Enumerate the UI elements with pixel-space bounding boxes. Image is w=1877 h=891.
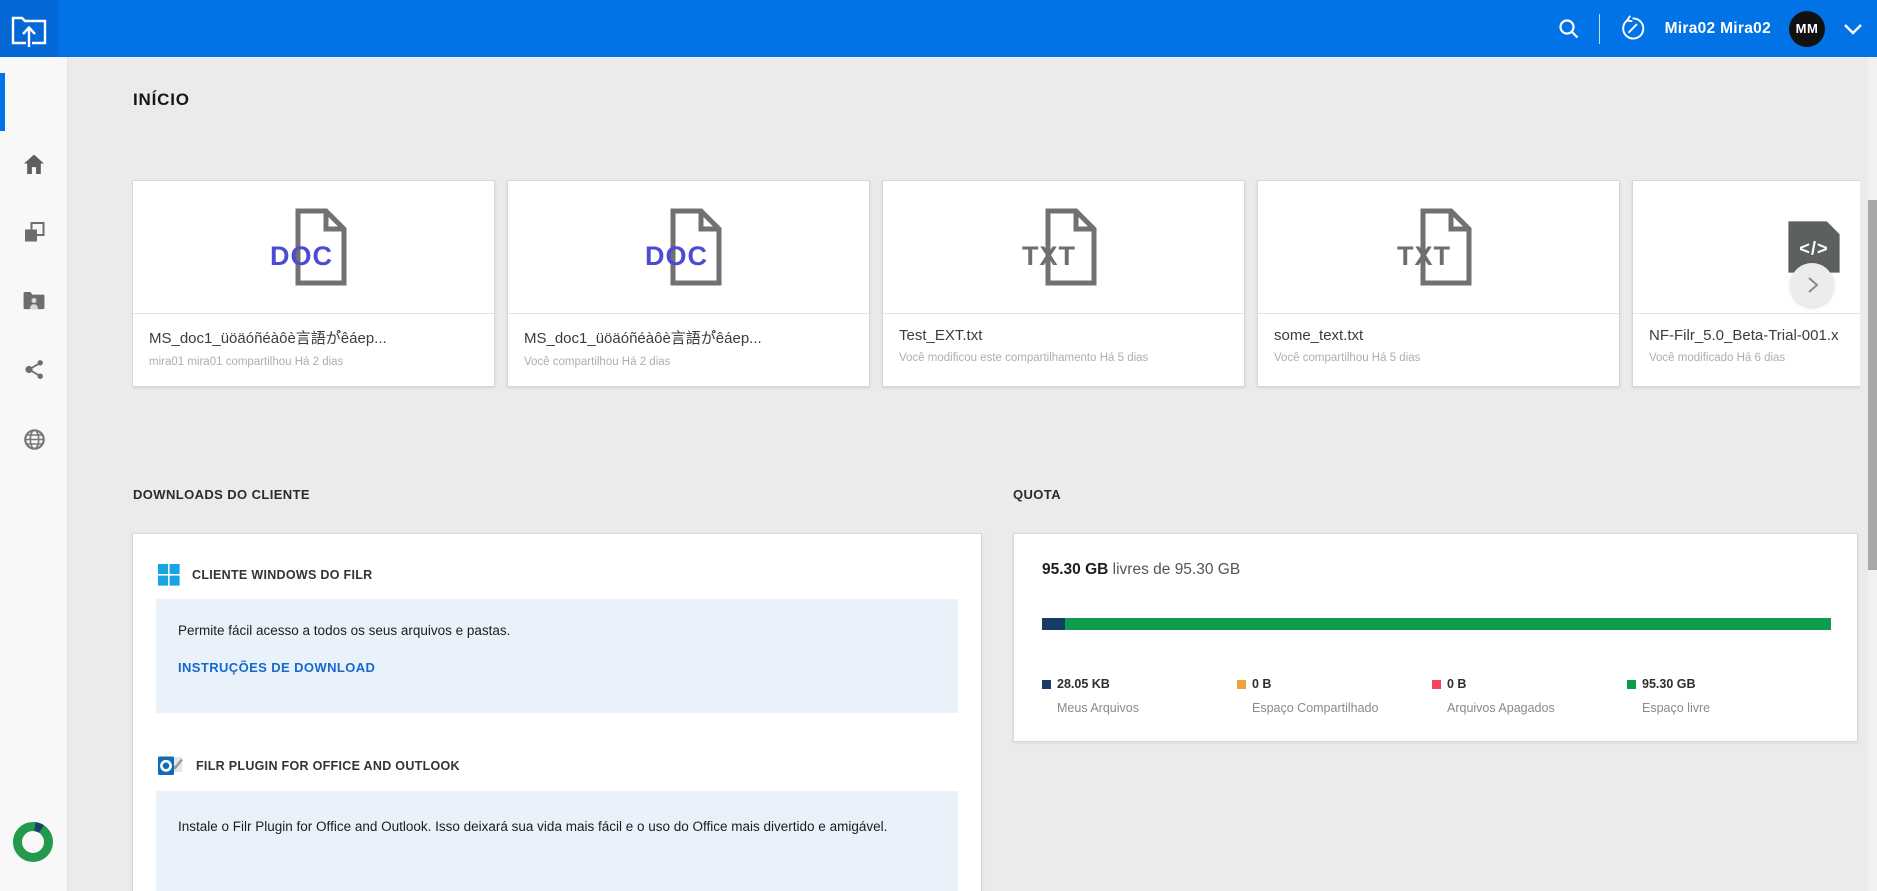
sidebar [0,57,68,891]
file-title: MS_doc1_üöäóñéàôè言語が゚êáep... [149,327,478,348]
svg-text:DOC: DOC [645,241,708,271]
file-card-meta: MS_doc1_üöäóñéàôè言語が゚êáep... mira01 mira… [133,313,494,387]
outlook-logo-icon [158,754,184,778]
quota-donut-indicator [11,820,55,864]
avatar[interactable]: MM [1789,11,1825,47]
legend-value: 0 B [1252,677,1271,691]
svg-text:TXT: TXT [1397,241,1451,271]
quota-used-segment [1042,618,1065,630]
scrollbar-thumb[interactable] [1868,200,1877,570]
chevron-down-icon[interactable] [1843,22,1863,36]
legend-swatch-red [1432,680,1441,689]
file-subtitle: Você compartilhou Há 5 dias [1274,352,1603,364]
scrollbar-track [1868,57,1877,891]
office-plugin-description: Instale o Filr Plugin for Office and Out… [178,807,936,847]
quota-heading: QUOTA [1013,487,1061,502]
share-icon [23,358,46,381]
file-card-meta: some_text.txt Você compartilhou Há 5 dia… [1258,313,1619,387]
txt-file-icon: TXT [1258,181,1619,313]
page-title: INÍCIO [133,90,190,110]
windows-client-title: CLIENTE WINDOWS DO FILR [192,568,373,582]
office-plugin-item: FILR PLUGIN FOR OFFICE AND OUTLOOK [158,754,460,778]
legend-value: 0 B [1447,677,1466,691]
top-bar-actions: Mira02 Mira02 MM [1557,0,1863,57]
txt-file-icon: TXT [883,181,1244,313]
globe-icon [23,428,46,451]
sidebar-item-compartilhado-por-mim[interactable] [0,340,68,398]
recent-files-carousel: DOC MS_doc1_üöäóñéàôè言語が゚êáep... mira01 … [132,180,1860,390]
filr-logo[interactable] [0,0,58,57]
download-instructions-link[interactable]: INSTRUÇÕES DE DOWNLOAD [178,660,375,675]
file-subtitle: mira01 mira01 compartilhou Há 2 dias [149,356,478,368]
windows-logo-icon [158,564,180,586]
legend-item-espaco-livre: 95.30 GB Espaço livre [1627,677,1822,715]
file-card[interactable]: TXT Test_EXT.txt Você modificou este com… [882,180,1245,387]
search-icon[interactable] [1557,17,1581,41]
legend-item-espaco-compartilhado: 0 B Espaço Compartilhado [1237,677,1432,715]
office-plugin-info-box: Instale o Filr Plugin for Office and Out… [156,791,958,891]
chevron-right-icon [1803,276,1821,294]
svg-text:DOC: DOC [270,241,333,271]
quota-panel: 95.30 GB livres de 95.30 GB 28.05 KB Meu… [1013,533,1858,742]
sidebar-item-inicio[interactable] [0,135,68,193]
doc-file-icon: DOC [133,181,494,313]
office-plugin-title: FILR PLUGIN FOR OFFICE AND OUTLOOK [196,759,460,773]
folder-upload-icon [9,9,49,49]
stacked-files-icon [22,221,46,244]
windows-client-info-box: Permite fácil acesso a todos os seus arq… [156,599,958,713]
file-subtitle: Você compartilhou Há 2 dias [524,356,853,368]
doc-file-icon: DOC [508,181,869,313]
user-name[interactable]: Mira02 Mira02 [1665,20,1771,38]
legend-label: Arquivos Apagados [1447,701,1627,715]
quota-progress-bar [1042,618,1831,630]
downloads-heading: DOWNLOADS DO CLIENTE [133,487,310,502]
legend-label: Meus Arquivos [1057,701,1237,715]
legend-item-arquivos-apagados: 0 B Arquivos Apagados [1432,677,1627,715]
quota-legend: 28.05 KB Meus Arquivos 0 B Espaço Compar… [1042,677,1822,715]
legend-label: Espaço livre [1642,701,1822,715]
top-bar-divider [1599,14,1600,44]
top-bar: Mira02 Mira02 MM [0,0,1877,57]
windows-client-description: Permite fácil acesso a todos os seus arq… [178,623,936,638]
file-card-meta: NF-Filr_5.0_Beta-Trial-001.x Você modifi… [1633,313,1860,387]
svg-text:</>: </> [1799,238,1828,258]
filr-home-page: Mira02 Mira02 MM [0,0,1877,891]
legend-swatch-orange [1237,680,1246,689]
folder-user-icon [22,290,46,310]
legend-value: 95.30 GB [1642,677,1696,691]
active-item-indicator [0,73,5,131]
legend-label: Espaço Compartilhado [1252,701,1432,715]
quota-free-text: 95.30 GB livres de 95.30 GB [1042,561,1240,579]
sidebar-item-meus-arquivos[interactable] [0,203,68,261]
file-title: some_text.txt [1274,327,1603,344]
file-card-meta: Test_EXT.txt Você modificou este compart… [883,313,1244,387]
file-card[interactable]: DOC MS_doc1_üöäóñéàôè言語が゚êáep... Você co… [507,180,870,387]
sidebar-item-pastas-de-rede[interactable] [0,410,68,468]
recent-activity-icon[interactable] [1618,14,1647,43]
file-subtitle: Você modificado Há 6 dias [1649,352,1860,364]
file-title: Test_EXT.txt [899,327,1228,344]
home-icon [22,153,46,175]
windows-client-item: CLIENTE WINDOWS DO FILR [158,564,373,586]
sidebar-item-compartilhado-comigo[interactable] [0,271,68,329]
file-subtitle: Você modificou este compartilhamento Há … [899,352,1228,364]
file-card[interactable]: DOC MS_doc1_üöäóñéàôè言語が゚êáep... mira01 … [132,180,495,387]
legend-swatch-green [1627,680,1636,689]
legend-item-meus-arquivos: 28.05 KB Meus Arquivos [1042,677,1237,715]
carousel-next-button[interactable] [1790,263,1834,307]
svg-text:TXT: TXT [1022,241,1076,271]
quota-free-suffix: livres de 95.30 GB [1108,561,1240,578]
client-downloads-panel: CLIENTE WINDOWS DO FILR Permite fácil ac… [132,533,982,891]
legend-swatch-navy [1042,680,1051,689]
file-title: NF-Filr_5.0_Beta-Trial-001.x [1649,327,1860,344]
file-card[interactable]: TXT some_text.txt Você compartilhou Há 5… [1257,180,1620,387]
quota-free-amount: 95.30 GB [1042,561,1108,578]
legend-value: 28.05 KB [1057,677,1110,691]
file-title: MS_doc1_üöäóñéàôè言語が゚êáep... [524,327,853,348]
file-card-meta: MS_doc1_üöäóñéàôè言語が゚êáep... Você compar… [508,313,869,387]
